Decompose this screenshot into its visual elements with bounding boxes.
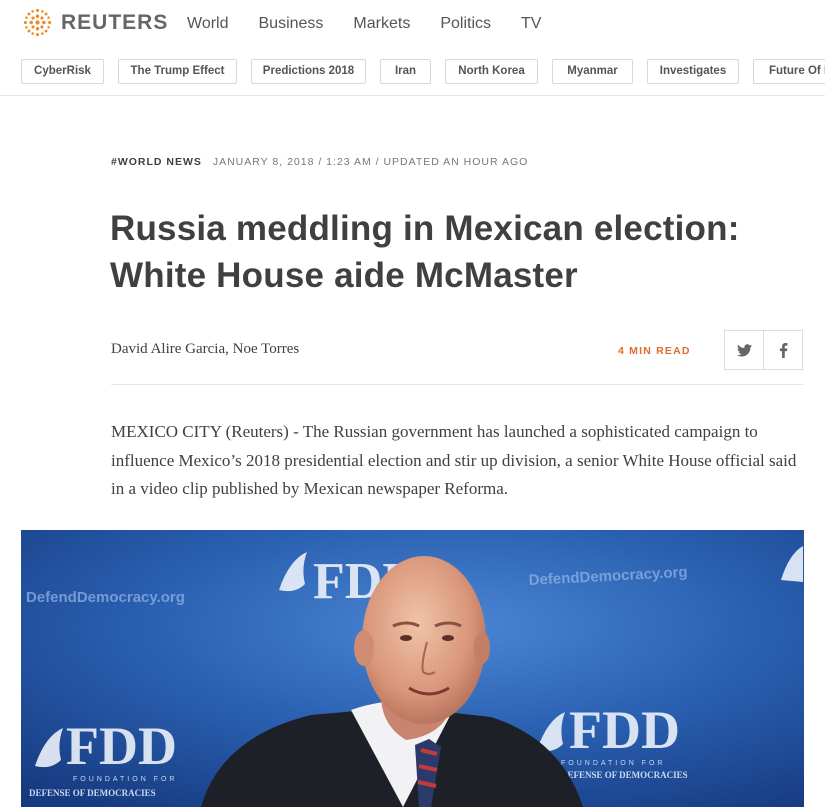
topic-chip-cyberrisk[interactable]: CyberRisk bbox=[21, 59, 104, 84]
backdrop-defense-left: DEFENSE OF DEMOCRACIES bbox=[29, 788, 156, 798]
nav-item-politics[interactable]: Politics bbox=[440, 15, 491, 33]
article-dateline: JANUARY 8, 2018 / 1:23 AM / UPDATED AN H… bbox=[212, 156, 529, 168]
article-meta: #WORLD NEWS JANUARY 8, 2018 / 1:23 AM / … bbox=[111, 156, 528, 168]
nav-item-tv[interactable]: TV bbox=[521, 15, 541, 33]
read-time: 4 MIN READ bbox=[618, 345, 691, 357]
topic-chips: CyberRisk The Trump Effect Predictions 2… bbox=[0, 59, 825, 85]
article-photo[interactable]: DefendDemocracy.org DefendDemocracy.org … bbox=[21, 530, 804, 807]
article-byline[interactable]: David Alire Garcia, Noe Torres bbox=[111, 341, 299, 358]
topic-chip-future-of[interactable]: Future Of M bbox=[753, 59, 825, 84]
section-tag[interactable]: #WORLD NEWS bbox=[111, 156, 202, 168]
nav-item-world[interactable]: World bbox=[187, 15, 229, 33]
brand-name: REUTERS bbox=[61, 10, 169, 34]
facebook-icon bbox=[779, 342, 787, 358]
topic-chip-myanmar[interactable]: Myanmar bbox=[552, 59, 633, 84]
backdrop-foundation-right: FOUNDATION FOR bbox=[561, 760, 665, 767]
photo-illustration: DefendDemocracy.org DefendDemocracy.org … bbox=[21, 530, 804, 807]
topic-chip-iran[interactable]: Iran bbox=[380, 59, 431, 84]
backdrop-url-left: DefendDemocracy.org bbox=[26, 589, 185, 606]
topic-chip-north-korea[interactable]: North Korea bbox=[445, 59, 538, 84]
main-nav: World Business Markets Politics TV bbox=[187, 15, 571, 33]
article-headline: Russia meddling in Mexican election: Whi… bbox=[110, 205, 790, 299]
byline-divider bbox=[111, 384, 803, 385]
nav-item-markets[interactable]: Markets bbox=[353, 15, 410, 33]
nav-item-business[interactable]: Business bbox=[259, 15, 324, 33]
backdrop-fdd-right: FDD bbox=[569, 700, 680, 760]
reuters-logo-icon bbox=[23, 8, 52, 37]
share-twitter-button[interactable] bbox=[724, 330, 764, 370]
article-lede: MEXICO CITY (Reuters) - The Russian gove… bbox=[111, 422, 797, 498]
site-header: REUTERS World Business Markets Politics … bbox=[0, 0, 825, 47]
ear-left bbox=[354, 630, 374, 666]
topic-chip-predictions-2018[interactable]: Predictions 2018 bbox=[251, 59, 366, 84]
ear-right bbox=[474, 632, 490, 664]
headline-line-1: Russia meddling in Mexican election: bbox=[110, 209, 740, 248]
topic-chip-investigates[interactable]: Investigates bbox=[647, 59, 739, 84]
face bbox=[362, 556, 486, 724]
backdrop-defense-right: DEFENSE OF DEMOCRACIES bbox=[561, 770, 688, 780]
share-facebook-button[interactable] bbox=[763, 330, 803, 370]
headline-line-2: White House aide McMaster bbox=[110, 256, 578, 295]
backdrop-fdd-left: FDD bbox=[66, 716, 177, 776]
eye-right bbox=[442, 635, 454, 641]
header-divider bbox=[0, 95, 825, 96]
reuters-logo[interactable]: REUTERS bbox=[21, 6, 168, 39]
backdrop-foundation-left: FOUNDATION FOR bbox=[73, 776, 177, 783]
topic-chip-trump-effect[interactable]: The Trump Effect bbox=[118, 59, 237, 84]
eye-left bbox=[400, 635, 412, 641]
twitter-icon bbox=[736, 343, 752, 356]
